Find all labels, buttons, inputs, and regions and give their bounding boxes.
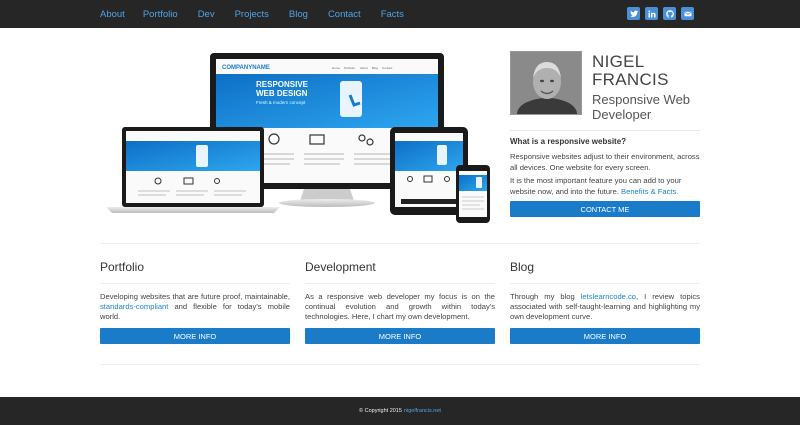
- nav-link-dev[interactable]: Dev: [198, 9, 215, 20]
- column-text: As a responsive web developer my focus i…: [305, 292, 495, 322]
- section-divider: [100, 364, 700, 365]
- column-text: Through my blog letslearncode.co, I revi…: [510, 292, 700, 322]
- screen-brand: COMPANYNAME: [222, 65, 270, 71]
- portfolio-column: Portfolio Developing websites that are f…: [100, 258, 290, 344]
- profile-role-line: Responsive Web: [592, 92, 691, 107]
- laptop: [106, 127, 280, 213]
- nav-link-blog[interactable]: Blog: [289, 9, 308, 20]
- column-title: Blog: [510, 260, 535, 274]
- column-title: Portfolio: [100, 260, 145, 274]
- avatar: [510, 51, 582, 115]
- screen-menu-item: Portfolio: [344, 66, 355, 70]
- screen-menu-item: Contact: [382, 66, 393, 70]
- development-more-info-button[interactable]: MORE INFO: [305, 328, 495, 344]
- column-text: Developing websites that are future proo…: [100, 292, 290, 322]
- profile-role: Responsive Web Developer: [592, 92, 690, 122]
- footer-site-link[interactable]: nigelfrancis.net: [404, 408, 441, 414]
- benefits-facts-link[interactable]: Benefits & Facts.: [621, 187, 678, 196]
- standards-compliant-link[interactable]: standards-compliant: [100, 302, 168, 311]
- column-text-part: Developing websites that are future proo…: [100, 292, 290, 301]
- column-text-part: Through my blog: [510, 292, 575, 301]
- feature-paragraph: It is the most important feature you can…: [510, 175, 700, 197]
- phone: [456, 165, 490, 223]
- screen-tagline: Fresh & modern concept: [256, 100, 306, 105]
- nav-link-about[interactable]: About: [100, 9, 125, 20]
- contact-me-button[interactable]: CONTACT ME: [510, 201, 700, 217]
- top-navbar: About Portfolio Dev Projects Blog Contac…: [0, 0, 800, 28]
- linkedin-icon[interactable]: [645, 7, 658, 20]
- profile-role-line: Developer: [592, 107, 652, 122]
- nav-link-facts[interactable]: Facts: [381, 9, 404, 20]
- screen-headline: WEB DESIGN: [256, 89, 308, 98]
- email-icon[interactable]: [681, 7, 694, 20]
- social-links: [627, 7, 694, 20]
- portfolio-more-info-button[interactable]: MORE INFO: [100, 328, 290, 344]
- letslearncode-link[interactable]: letslearncode.co: [581, 292, 636, 301]
- divider: [100, 283, 290, 284]
- question-heading: What is a responsive website?: [510, 137, 627, 146]
- profile-name: NIGEL FRANCIS: [592, 53, 669, 89]
- github-icon[interactable]: [663, 7, 676, 20]
- divider: [510, 283, 700, 284]
- responsive-devices-illustration: COMPANYNAME Home Portfolio About Blog Co…: [106, 53, 490, 223]
- twitter-icon[interactable]: [627, 7, 640, 20]
- blog-more-info-button[interactable]: MORE INFO: [510, 328, 700, 344]
- profile-name-line: FRANCIS: [592, 70, 669, 89]
- footer: © Copyright 2015 nigelfrancis.net: [0, 397, 800, 425]
- screen-menu-item: About: [360, 66, 368, 70]
- blog-column: Blog Through my blog letslearncode.co, I…: [510, 258, 700, 344]
- nav-link-projects[interactable]: Projects: [235, 9, 269, 20]
- nav-link-portfolio[interactable]: Portfolio: [143, 9, 178, 20]
- screen-menu-item: Blog: [372, 66, 378, 70]
- section-divider: [100, 243, 700, 244]
- screen-menu-item: Home: [332, 66, 340, 70]
- column-text-part: As a responsive web developer my focus i…: [305, 292, 495, 321]
- divider: [510, 130, 700, 131]
- nav-menu: About Portfolio Dev Projects Blog Contac…: [100, 0, 424, 28]
- copyright-text: © Copyright 2015: [359, 408, 402, 414]
- screen-headline: RESPONSIVE: [256, 80, 309, 89]
- nav-link-contact[interactable]: Contact: [328, 9, 361, 20]
- development-column: Development As a responsive web develope…: [305, 258, 495, 344]
- column-title: Development: [305, 260, 376, 274]
- intro-paragraph: Responsive websites adjust to their envi…: [510, 152, 700, 172]
- profile-name-line: NIGEL: [592, 52, 645, 71]
- divider: [305, 283, 495, 284]
